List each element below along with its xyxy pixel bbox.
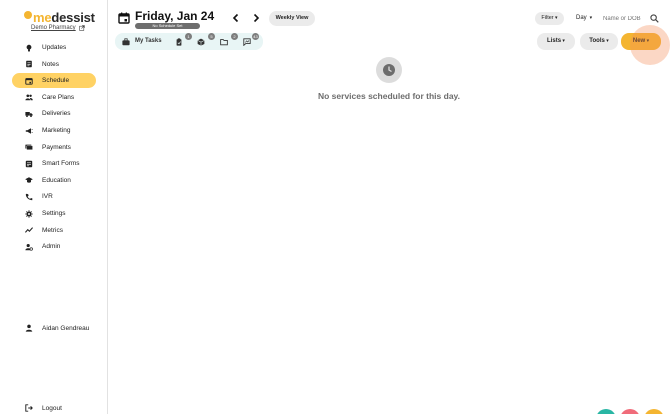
weekly-view-button[interactable]: Weekly View: [269, 11, 315, 26]
day-select[interactable]: Day: [572, 12, 598, 25]
graduation-cap-icon: [24, 175, 34, 185]
logout-button[interactable]: Logout: [12, 402, 102, 414]
pharmacy-link[interactable]: Demo Pharmacy: [31, 25, 85, 31]
sidebar-item-education[interactable]: Education: [12, 173, 96, 188]
badge-count: 43: [252, 33, 259, 40]
chat-icon[interactable]: [243, 38, 251, 46]
sidebar-item-label: IVR: [42, 193, 53, 201]
sidebar-item-label: Marketing: [42, 127, 71, 134]
sidebar-user[interactable]: Aidan Gendreau: [12, 322, 102, 334]
package-icon[interactable]: [197, 38, 205, 46]
sidebar: medessist Demo Pharmacy Updates Notes Sche…: [0, 0, 108, 414]
sidebar-item-label: Education: [42, 176, 71, 184]
sidebar-item-label: Schedule: [42, 77, 70, 85]
sidebar-item-deliveries[interactable]: Deliveries: [12, 106, 96, 121]
chevron-right-icon[interactable]: [251, 13, 261, 23]
sidebar-item-label: Settings: [42, 210, 66, 217]
yellow-action-button[interactable]: [644, 409, 664, 414]
logout-icon: [24, 403, 34, 413]
payments-icon: [24, 142, 34, 152]
sidebar-item-label: Metrics: [42, 226, 63, 234]
clipboard-icon[interactable]: [175, 38, 183, 46]
notes-icon: [24, 59, 34, 69]
chevron-left-icon[interactable]: [231, 13, 241, 23]
logout-label: Logout: [42, 404, 62, 412]
sidebar-item-label: Payments: [42, 143, 71, 151]
chart-line-icon: [24, 225, 34, 235]
logo-text-rest: dessist: [51, 9, 95, 25]
tasks-bar: My Tasks 1 5 2 43: [115, 33, 263, 50]
gear-icon: [24, 209, 34, 219]
sidebar-item-label: Care Plans: [42, 93, 75, 101]
forms-icon: [24, 159, 34, 169]
app-root: medessist Demo Pharmacy Updates Notes Sche…: [0, 0, 670, 414]
truck-icon: [24, 109, 34, 119]
filter-button[interactable]: Filter: [535, 12, 564, 25]
lists-button[interactable]: Lists: [537, 33, 575, 50]
badge-count: 2: [231, 33, 238, 40]
sidebar-item-label: Smart Forms: [42, 160, 80, 168]
lightbulb-icon: [24, 43, 34, 53]
sidebar-item-ivr[interactable]: IVR: [12, 189, 96, 204]
logo-text-me: me: [33, 9, 52, 25]
sidebar-item-metrics[interactable]: Metrics: [12, 223, 96, 238]
calendar-icon: [24, 76, 34, 86]
sidebar-item-settings[interactable]: Settings: [12, 206, 96, 221]
teal-action-button[interactable]: [596, 409, 616, 414]
sidebar-item-payments[interactable]: Payments: [12, 140, 96, 155]
search-icon[interactable]: [650, 14, 659, 23]
folder-icon[interactable]: [220, 38, 228, 46]
sidebar-item-marketing[interactable]: Marketing: [12, 123, 96, 138]
badge-count: 5: [208, 33, 215, 40]
admin-icon: [24, 242, 34, 252]
search-input[interactable]: [603, 12, 647, 25]
clock-icon: [376, 57, 402, 83]
phone-icon: [24, 192, 34, 202]
briefcase-icon[interactable]: [122, 38, 130, 46]
sidebar-item-notes[interactable]: Notes: [12, 57, 96, 72]
calendar-icon: [118, 12, 130, 24]
sidebar-item-smart-forms[interactable]: Smart Forms: [12, 156, 96, 171]
sidebar-item-label: Notes: [42, 60, 59, 68]
my-tasks-label[interactable]: My Tasks: [135, 38, 162, 44]
user-name: Aidan Gendreau: [42, 324, 90, 332]
logo-dot: [24, 11, 32, 19]
red-action-button[interactable]: [620, 409, 640, 414]
people-icon: [24, 92, 34, 102]
tools-button[interactable]: Tools: [580, 33, 618, 50]
page-title: Friday, Jan 24: [135, 9, 215, 23]
sidebar-item-label: Admin: [42, 243, 61, 251]
person-icon: [24, 323, 34, 333]
pharmacy-name: Demo Pharmacy: [31, 25, 76, 31]
app-logo[interactable]: medessist: [24, 9, 95, 25]
empty-state-message: No services scheduled for this day.: [317, 91, 461, 101]
sidebar-item-admin[interactable]: Admin: [12, 239, 96, 254]
external-link-icon: [78, 25, 85, 31]
no-schedule-badge: No Schedule Set: [135, 23, 200, 29]
new-button[interactable]: New: [621, 33, 661, 50]
sidebar-item-schedule[interactable]: Schedule: [12, 73, 96, 89]
sidebar-item-label: Updates: [42, 44, 67, 51]
sidebar-item-label: Deliveries: [42, 110, 71, 118]
sidebar-item-care-plans[interactable]: Care Plans: [12, 90, 96, 105]
megaphone-icon: [24, 126, 34, 136]
badge-count: 1: [185, 33, 192, 40]
sidebar-item-updates[interactable]: Updates: [12, 40, 96, 55]
